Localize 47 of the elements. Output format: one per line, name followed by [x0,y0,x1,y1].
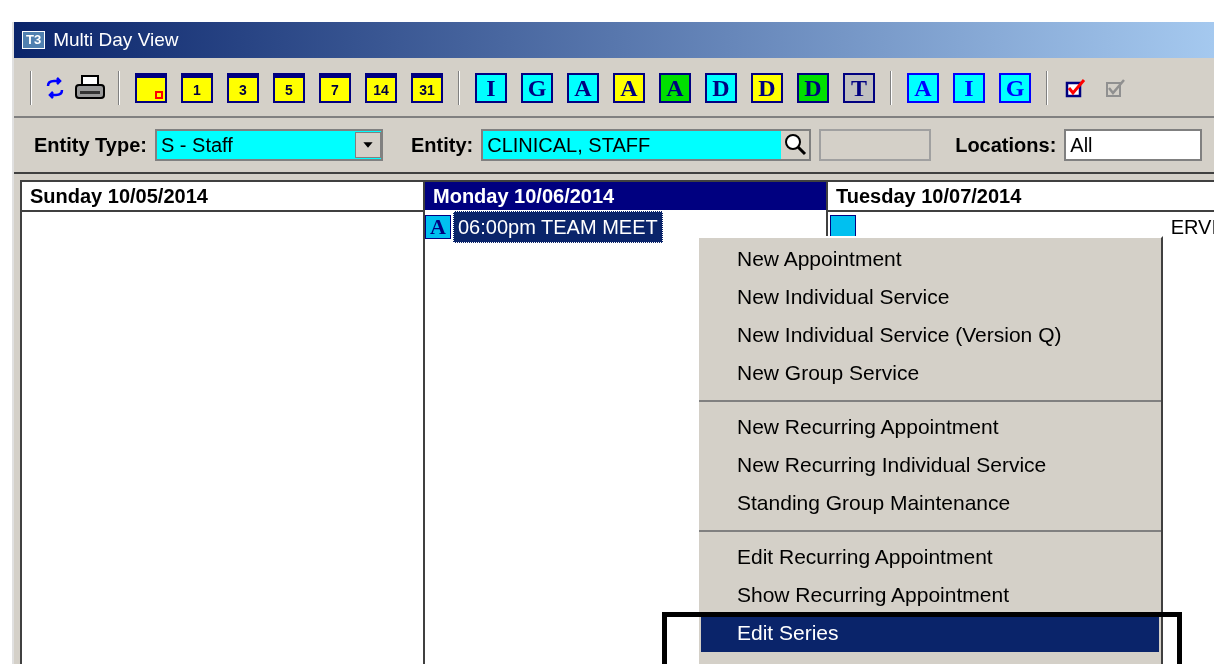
entity-label: Entity: [410,133,474,158]
calendar-button[interactable]: 7 [319,73,351,103]
app-icon: T3 [22,30,46,50]
printer-icon[interactable] [74,74,106,102]
menu-item[interactable]: New Recurring Appointment [701,408,1159,446]
search-icon[interactable] [781,131,810,159]
calendar-button[interactable]: 3 [227,73,259,103]
window-title: Multi Day View [53,27,179,52]
appointment-entry[interactable]: 06:00pm TEAM MEET [453,211,663,243]
menu-item[interactable]: Edit Recurring Appointment [701,538,1159,576]
letter-button[interactable]: A [907,73,939,103]
entity-type-dropdown[interactable]: S - Staff [154,129,383,161]
letter-button[interactable]: A [659,73,691,103]
letter-button[interactable]: G [999,73,1031,103]
calendar-today-button[interactable] [135,73,167,103]
locations-field[interactable]: All [1064,129,1202,161]
calendar-button[interactable]: 14 [365,73,397,103]
calendar-button[interactable]: 1 [181,73,213,103]
day-header[interactable]: Monday 10/06/2014 [425,182,826,212]
menu-item[interactable]: New Recurring Individual Service [701,446,1159,484]
appointment-type-icon [830,215,856,239]
menu-item[interactable]: New Group Service [701,354,1159,392]
letter-button[interactable]: A [567,73,599,103]
marker-square-icon [155,91,163,99]
menu-item[interactable]: Show Recurring Appointment [701,576,1159,614]
appointment-type-icon: A [425,215,451,239]
letter-button[interactable]: D [797,73,829,103]
letter-button[interactable]: G [521,73,553,103]
letter-button[interactable]: A [613,73,645,103]
day-header[interactable]: Sunday 10/05/2014 [22,182,423,212]
checkbox-checked-icon[interactable] [1064,76,1088,100]
menu-item[interactable]: Standing Group Maintenance [701,484,1159,522]
letter-button[interactable]: I [475,73,507,103]
menu-item[interactable]: New Appointment [701,240,1159,278]
letter-button[interactable]: D [705,73,737,103]
calendar-button[interactable]: 5 [273,73,305,103]
menu-item[interactable]: New Individual Service [701,278,1159,316]
locations-label: Locations: [955,133,1057,158]
entity-field[interactable]: CLINICAL, STAFF [481,129,812,161]
calendar-button[interactable]: 31 [411,73,443,103]
entity-type-label: Entity Type: [34,133,147,158]
menu-item[interactable]: New Individual Service (Version Q) [701,316,1159,354]
letter-button[interactable]: T [843,73,875,103]
letter-button[interactable]: I [953,73,985,103]
letter-button[interactable]: D [751,73,783,103]
day-header[interactable]: Tuesday 10/07/2014 [828,182,1214,212]
refresh-icon[interactable] [44,76,66,100]
